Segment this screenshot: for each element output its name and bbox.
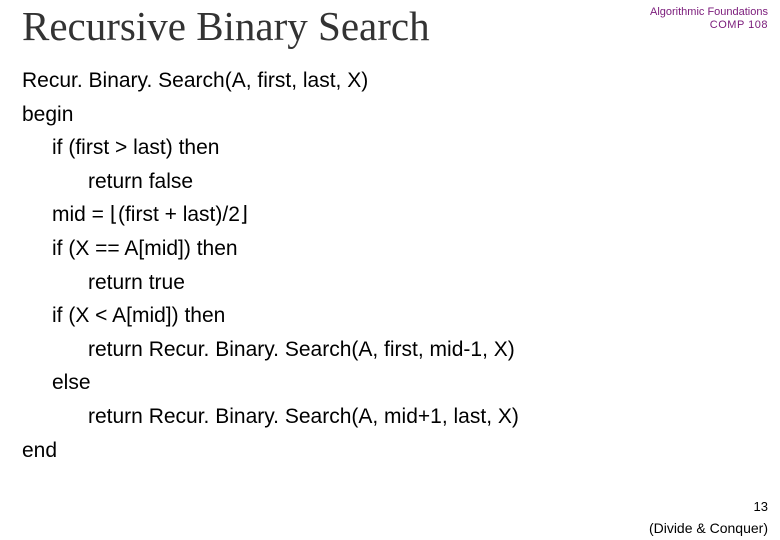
slide-footer: (Divide & Conquer) [649,520,768,536]
page-number: 13 [754,499,768,514]
course-subject: Algorithmic Foundations [650,6,768,19]
pseudocode-block: Recur. Binary. Search(A, first, last, X)… [22,64,758,467]
code-line: end [22,434,758,468]
code-line: return false [22,165,758,199]
code-line: return Recur. Binary. Search(A, mid+1, l… [22,400,758,434]
course-code: COMP 108 [650,19,768,32]
slide: Algorithmic Foundations COMP 108 Recursi… [0,2,780,540]
code-line: if (X == A[mid]) then [22,232,758,266]
code-line: return true [22,266,758,300]
code-line: else [22,366,758,400]
code-line: if (first > last) then [22,131,758,165]
code-line: if (X < A[mid]) then [22,299,758,333]
slide-title: Recursive Binary Search [22,2,758,50]
code-line: begin [22,98,758,132]
code-line: return Recur. Binary. Search(A, first, m… [22,333,758,367]
code-line: mid = ⌊(first + last)/2⌋ [22,198,758,232]
code-line: Recur. Binary. Search(A, first, last, X) [22,64,758,98]
course-tag: Algorithmic Foundations COMP 108 [650,6,768,31]
